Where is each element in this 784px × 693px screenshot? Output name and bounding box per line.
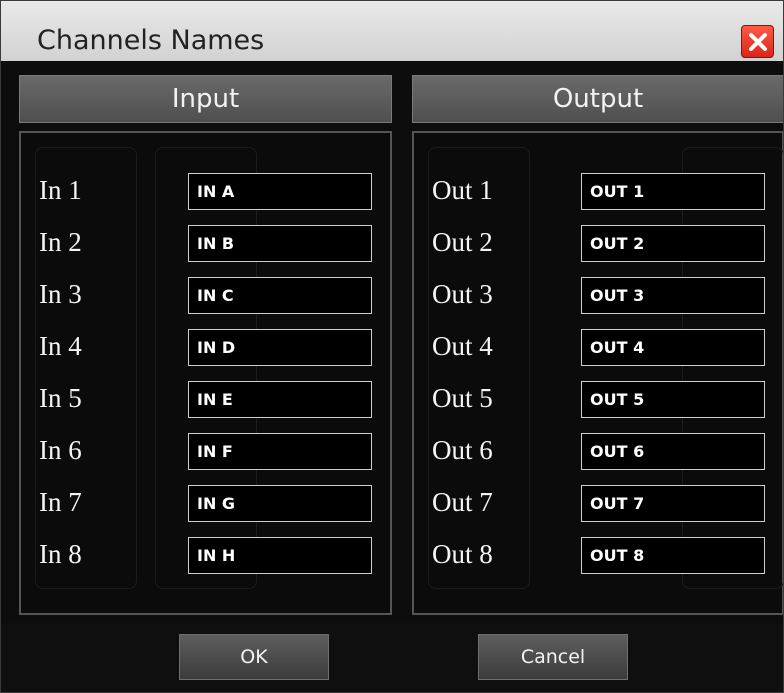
cancel-button[interactable]: Cancel xyxy=(478,634,628,680)
ok-button-label: OK xyxy=(240,646,268,668)
ok-button[interactable]: OK xyxy=(179,634,329,680)
input-panel-header: Input xyxy=(19,75,392,123)
input-label-1: In 1 xyxy=(39,175,82,205)
title-bar[interactable]: Channels Names xyxy=(1,1,783,61)
close-button[interactable] xyxy=(741,25,774,58)
output-name-field-5[interactable] xyxy=(581,381,765,418)
channels-names-dialog: Channels Names Input Output In 1 In 2 In… xyxy=(0,0,784,693)
output-name-field-1[interactable] xyxy=(581,173,765,210)
input-label-6: In 6 xyxy=(39,435,82,465)
output-header-label: Output xyxy=(552,84,644,114)
output-label-2: Out 2 xyxy=(432,227,493,257)
background-ghost xyxy=(682,147,783,589)
input-name-field-5[interactable] xyxy=(188,381,372,418)
output-label-4: Out 4 xyxy=(432,331,493,361)
output-name-field-6[interactable] xyxy=(581,433,765,470)
input-label-4: In 4 xyxy=(39,331,82,361)
input-name-field-7[interactable] xyxy=(188,485,372,522)
output-label-6: Out 6 xyxy=(432,435,493,465)
output-panel-header: Output xyxy=(412,75,783,123)
input-name-field-2[interactable] xyxy=(188,225,372,262)
output-label-1: Out 1 xyxy=(432,175,493,205)
input-name-field-4[interactable] xyxy=(188,329,372,366)
dialog-title: Channels Names xyxy=(37,25,265,56)
output-label-3: Out 3 xyxy=(432,279,493,309)
output-name-field-4[interactable] xyxy=(581,329,765,366)
output-label-5: Out 5 xyxy=(432,383,493,413)
close-icon xyxy=(748,32,767,51)
input-label-3: In 3 xyxy=(39,279,82,309)
input-label-7: In 7 xyxy=(39,487,82,517)
background-ghost xyxy=(155,147,257,589)
output-label-7: Out 7 xyxy=(432,487,493,517)
input-header-label: Input xyxy=(171,84,240,114)
input-name-field-3[interactable] xyxy=(188,277,372,314)
output-name-field-7[interactable] xyxy=(581,485,765,522)
input-name-field-1[interactable] xyxy=(188,173,372,210)
button-bar xyxy=(1,623,783,692)
input-label-8: In 8 xyxy=(39,539,82,569)
output-label-8: Out 8 xyxy=(432,539,493,569)
cancel-button-label: Cancel xyxy=(520,646,586,668)
background-ghost xyxy=(428,147,530,589)
input-name-field-6[interactable] xyxy=(188,433,372,470)
output-name-field-2[interactable] xyxy=(581,225,765,262)
background-ghost xyxy=(35,147,137,589)
output-name-field-3[interactable] xyxy=(581,277,765,314)
input-name-field-8[interactable] xyxy=(188,537,372,574)
input-label-2: In 2 xyxy=(39,227,82,257)
input-label-5: In 5 xyxy=(39,383,82,413)
output-name-field-8[interactable] xyxy=(581,537,765,574)
